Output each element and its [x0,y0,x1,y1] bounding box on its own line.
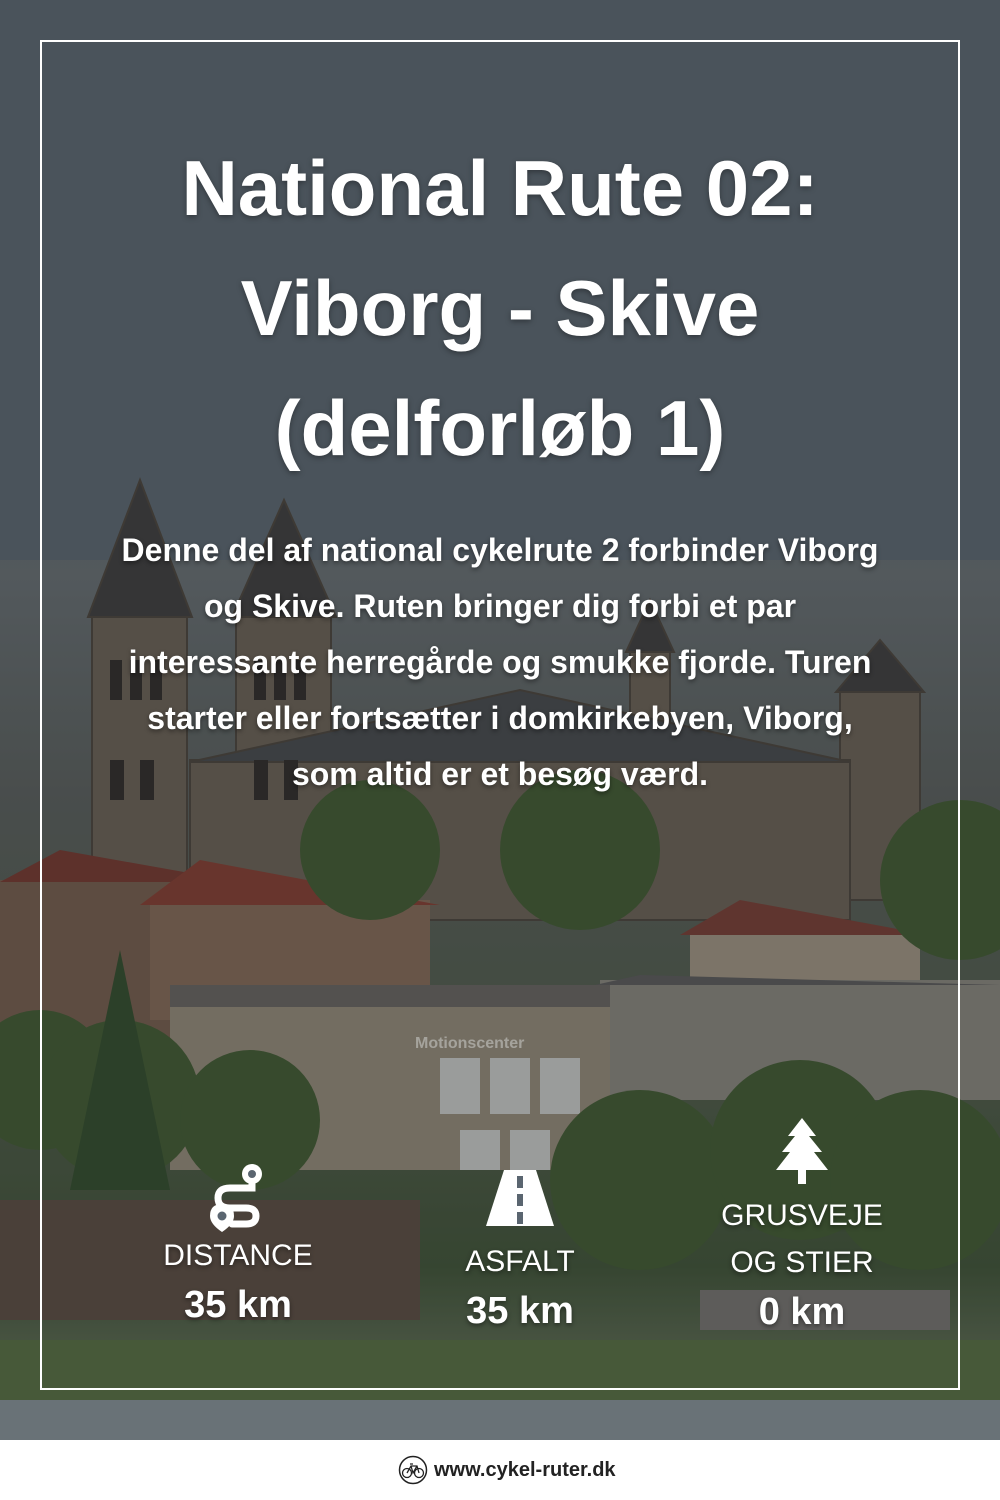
road-icon [486,1170,554,1226]
bicycle-logo-icon [398,1455,428,1485]
stat-asphalt-value: 35 km [466,1290,574,1332]
route-description: Denne del af national cykelrute 2 forbin… [121,532,879,792]
footer: www.cykel-ruter.dk [0,1440,1000,1500]
stat-distance-value: 35 km [184,1284,292,1326]
poster: Motionscenter National Rute 02: Viborg -… [0,0,1000,1440]
stat-distance-label: DISTANCE [163,1239,313,1272]
stat-gravel-value: 0 km [758,1291,846,1333]
stat-distance: DISTANCE 35 km [108,1160,368,1331]
footer-website-link[interactable]: www.cykel-ruter.dk [434,1459,616,1482]
stat-gravel: GRUSVEJE OG STIER 0 km [672,1118,932,1338]
stat-asphalt-label: ASFALT [465,1245,575,1278]
page-title: National Rute 02: Viborg - Skive (delfor… [70,128,930,488]
title-line-3: (delforløb 1) [274,384,726,472]
stat-asphalt: ASFALT 35 km [390,1170,650,1337]
title-line-2: Viborg - Skive [240,264,760,352]
tree-icon [776,1118,828,1184]
route-icon [210,1164,262,1232]
footer-brand: www.cykel-ruter.dk [398,1450,616,1490]
stat-gravel-label-1: GRUSVEJE [721,1199,883,1232]
stat-gravel-label-2: OG STIER [730,1246,874,1279]
title-line-1: National Rute 02: [181,144,819,232]
